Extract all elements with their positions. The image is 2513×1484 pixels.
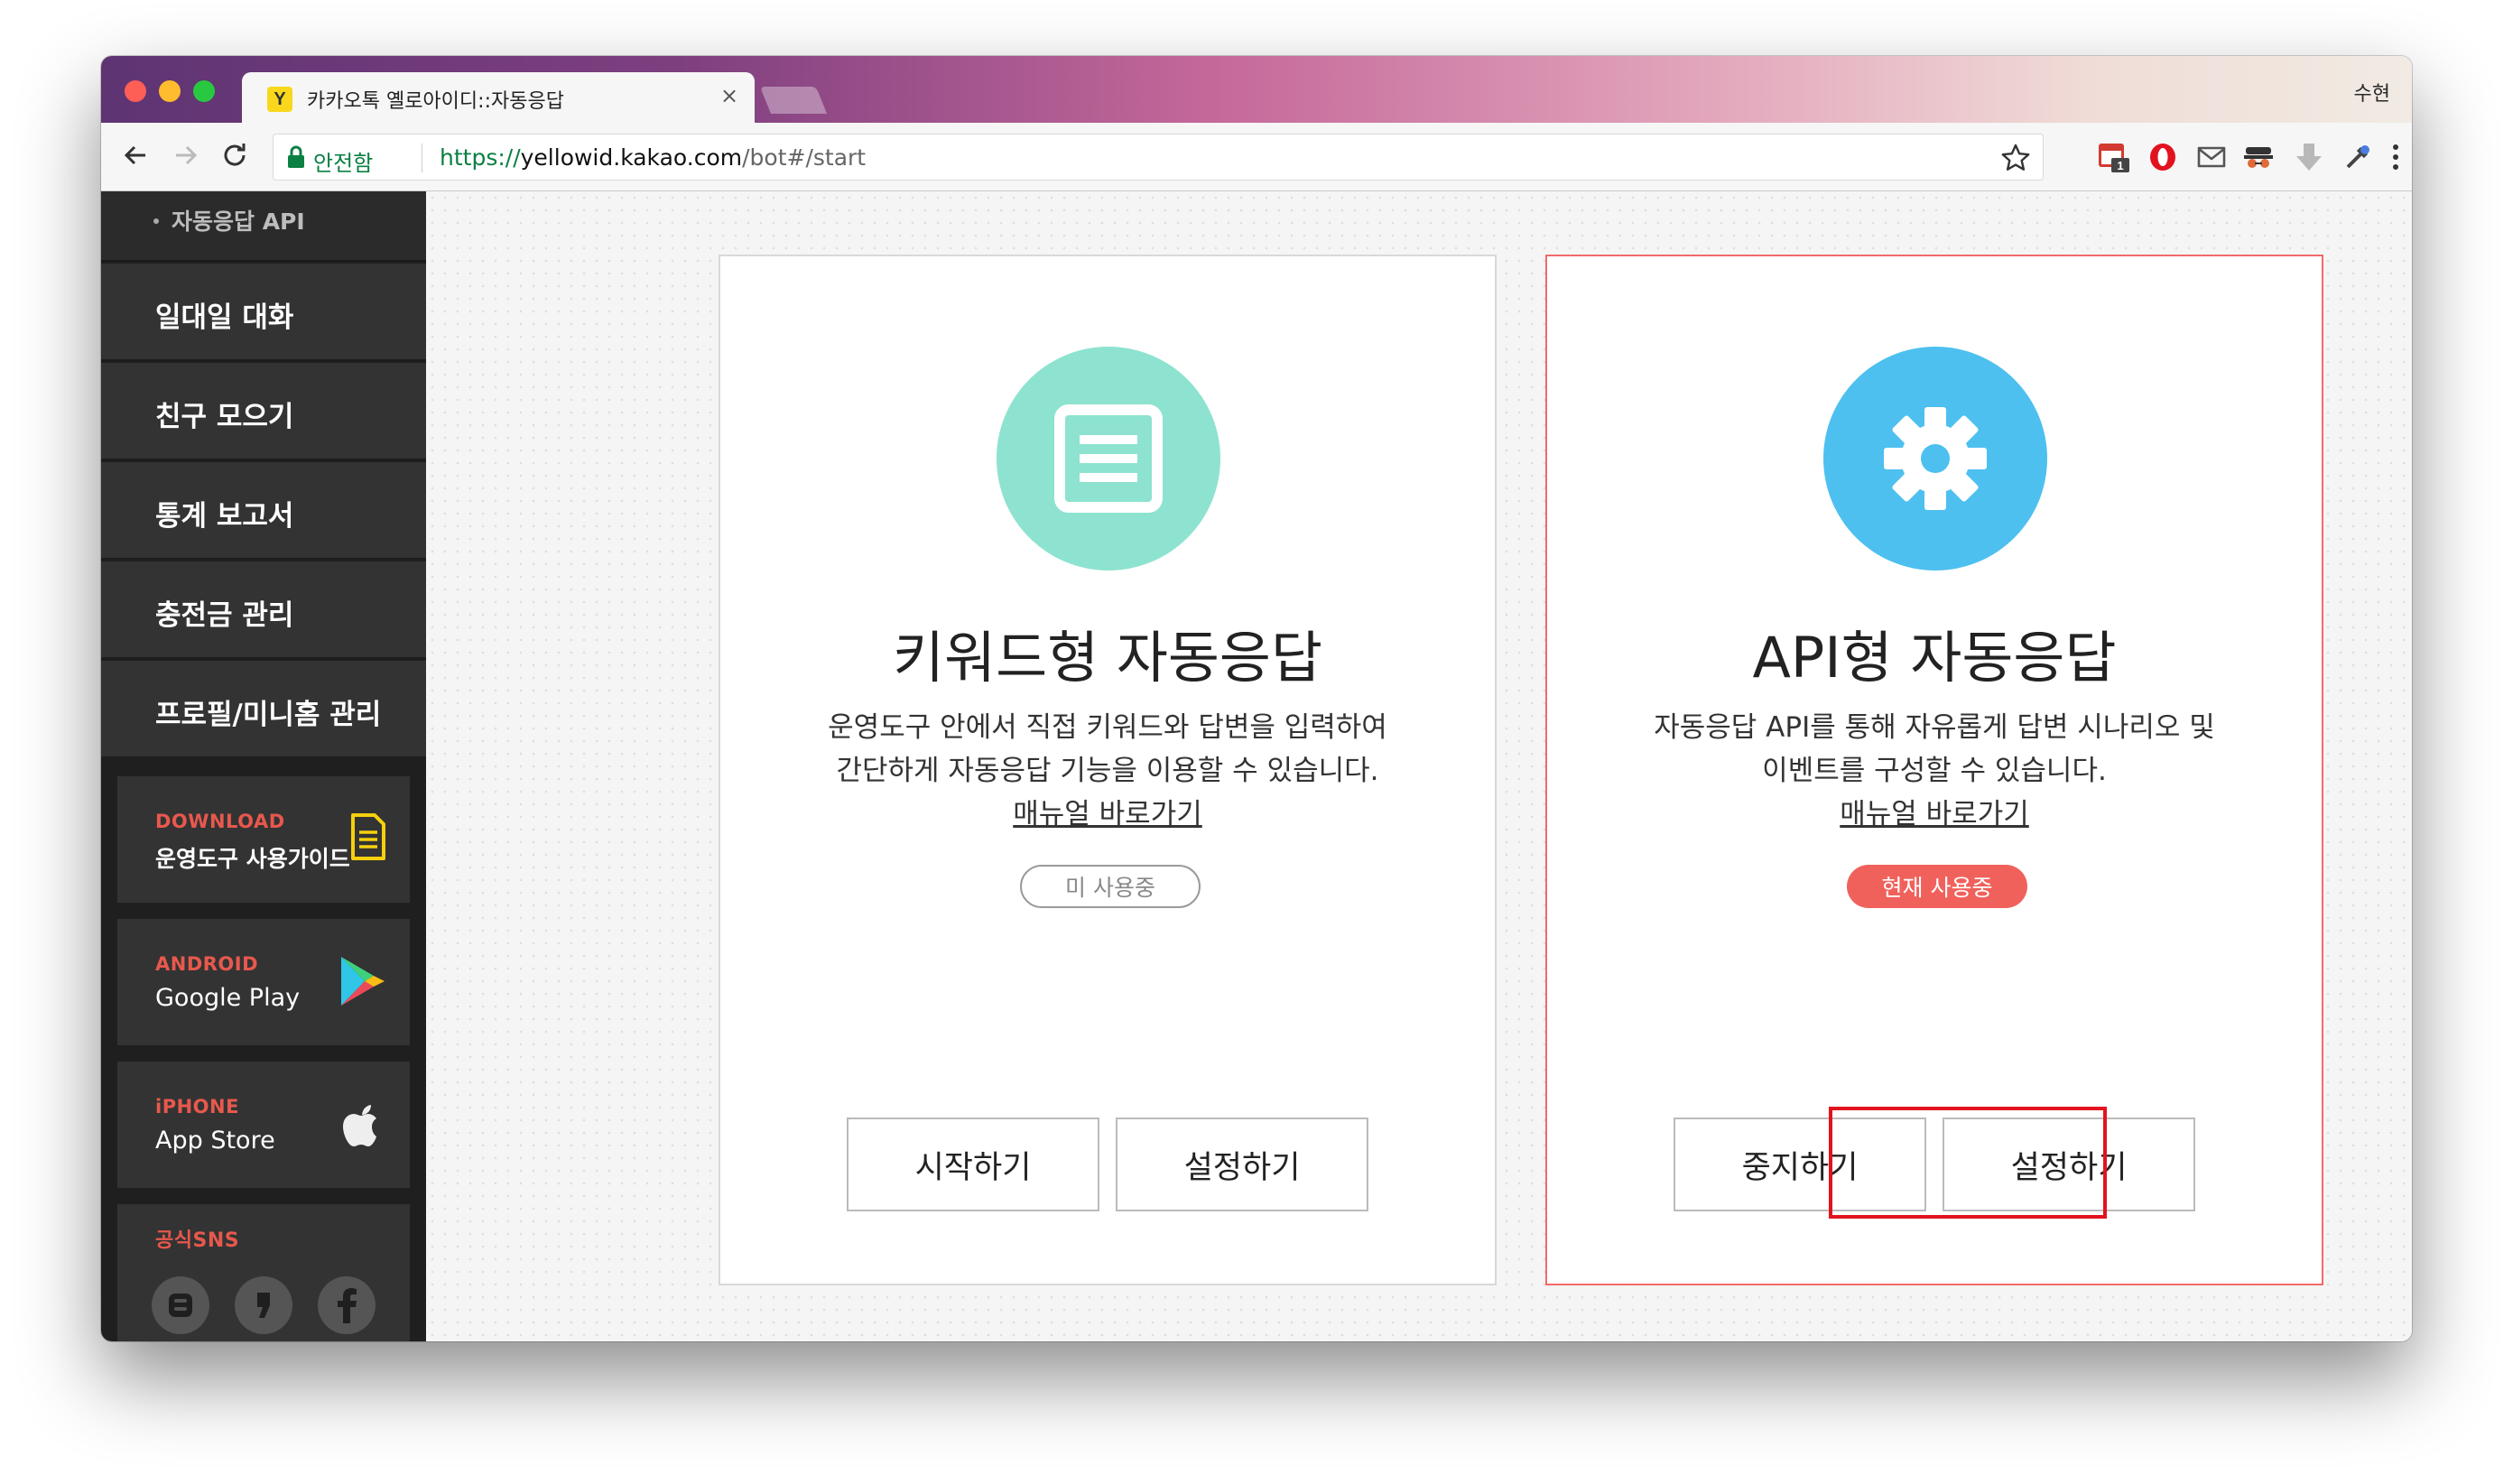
sidebar-item-label: 일대일 대화 [155,301,294,334]
promo-iphone-tag: iPHONE [155,1096,239,1118]
sidebar-item-label: 통계 보고서 [155,500,294,533]
url-scheme: https:// [440,144,521,171]
app-store-promo[interactable]: iPHONE App Store [117,1062,410,1188]
gear-icon [1823,347,2047,570]
card-description-line1: 자동응답 API를 통해 자유롭게 답변 시나리오 및 [1654,711,2215,744]
sidebar-item-label: 충전금 관리 [155,599,294,632]
bullet-icon [153,218,159,224]
promo-iphone-label: App Store [155,1127,275,1155]
status-badge: 현재 사용중 [1847,865,2027,908]
browser-profile-name[interactable]: 수현 [2354,78,2390,107]
api-settings-button[interactable]: 설정하기 [1943,1118,2195,1211]
card-description-line1: 운영도구 안에서 직접 키워드와 답변을 입력하여 [828,711,1387,744]
sidebar-item-friends[interactable]: 친구 모으기 [101,363,426,460]
apple-logo-icon [339,1098,386,1155]
browser-tab-active[interactable]: Y 카카오톡 옐로아이디::자동응답 × [242,72,755,125]
incognito-extension-icon[interactable] [2240,139,2277,175]
promo-download-label: 운영도구 사용가이드 [155,846,350,872]
blog-icon[interactable] [152,1276,209,1334]
api-autoreply-card: API형 자동응답 자동응답 API를 통해 자유롭게 답변 시나리오 및 이벤… [1545,255,2323,1285]
sidebar-subitem-label: 자동응답 API [172,209,305,235]
window-minimize-button[interactable] [159,80,181,102]
promo-download-tag: DOWNLOAD [155,811,285,832]
status-badge: 미 사용중 [1020,865,1201,908]
url-path: /bot#/start [742,144,867,171]
sidebar-subitem-api[interactable]: 자동응답 API [101,191,426,262]
promo-android-tag: ANDROID [155,953,259,975]
browser-toolbar: 안전함 https://yellowid.kakao.com/bot#/star… [101,123,2412,191]
promo-android-label: Google Play [155,984,301,1012]
facebook-icon[interactable] [318,1276,376,1334]
google-play-promo[interactable]: ANDROID Google Play [117,919,410,1045]
kakao-favicon-icon: Y [267,87,292,112]
forward-arrow-icon[interactable] [168,137,204,173]
gmail-extension-icon[interactable] [2193,139,2230,175]
browser-menu-icon[interactable] [2378,139,2412,175]
card-title: API형 자동응답 [1752,625,2117,691]
back-arrow-icon[interactable] [117,137,153,173]
lock-icon [286,145,306,169]
stop-button[interactable]: 중지하기 [1674,1118,1926,1211]
start-button[interactable]: 시작하기 [847,1118,1099,1211]
address-bar[interactable]: 안전함 https://yellowid.kakao.com/bot#/star… [273,134,2044,181]
document-icon [350,812,386,865]
document-list-icon [997,347,1220,570]
keyword-autoreply-card: 키워드형 자동응답 운영도구 안에서 직접 키워드와 답변을 입력하여 간단하게… [719,255,1497,1285]
extension-badge: 1 [2117,159,2123,172]
sidebar-item-stats[interactable]: 통계 보고서 [101,462,426,560]
sidebar-item-label: 친구 모으기 [155,401,294,433]
sidebar: 자동응답 API 일대일 대화 친구 모으기 통계 보고서 충전금 관리 프로필… [101,191,426,1341]
url-host: yellowid.kakao.com [520,144,743,171]
bookmark-star-icon[interactable] [1999,142,2032,174]
kakaostory-icon[interactable] [235,1276,292,1334]
keyword-settings-button[interactable]: 설정하기 [1116,1118,1368,1211]
card-title: 키워드형 자동응답 [892,625,1323,691]
manual-link[interactable]: 매뉴얼 바로가기 [1547,791,2322,831]
download-guide-promo[interactable]: DOWNLOAD 운영도구 사용가이드 [117,776,410,903]
card-description-line2: 이벤트를 구성할 수 있습니다. [1762,755,2107,787]
download-arrow-icon[interactable] [2291,139,2327,175]
calendar-extension-icon[interactable]: 1 [2096,139,2132,175]
window-close-button[interactable] [125,80,146,102]
secure-label: 안전함 [313,151,374,176]
window-maximize-button[interactable] [193,80,215,102]
tab-title: 카카오톡 옐로아이디::자동응답 [307,90,564,113]
opera-extension-icon[interactable] [2145,139,2181,175]
google-play-icon [339,955,386,1011]
manual-link[interactable]: 매뉴얼 바로가기 [720,791,1495,831]
card-description-line2: 간단하게 자동응답 기능을 이용할 수 있습니다. [836,755,1379,787]
title-bar: Y 카카오톡 옐로아이디::자동응답 × 수현 [101,56,2412,125]
promo-sns-tag: 공식SNS [155,1229,240,1252]
sidebar-item-charge[interactable]: 충전금 관리 [101,561,426,659]
sidebar-item-profile[interactable]: 프로필/미니홈 관리 [101,661,426,758]
browser-window: Y 카카오톡 옐로아이디::자동응답 × 수현 안전함 https://yell… [101,56,2412,1341]
tab-close-icon[interactable]: × [720,83,738,108]
official-sns-promo: 공식SNS [117,1204,410,1341]
url-text[interactable]: https://yellowid.kakao.com/bot#/start [440,144,866,171]
sidebar-item-chat[interactable]: 일대일 대화 [101,264,426,361]
main-content: 키워드형 자동응답 운영도구 안에서 직접 키워드와 답변을 입력하여 간단하게… [426,191,2412,1341]
reload-icon[interactable] [217,137,253,173]
sidebar-item-label: 프로필/미니홈 관리 [155,699,382,731]
eyedropper-extension-icon[interactable] [2340,139,2376,175]
new-tab-button[interactable] [759,87,828,114]
